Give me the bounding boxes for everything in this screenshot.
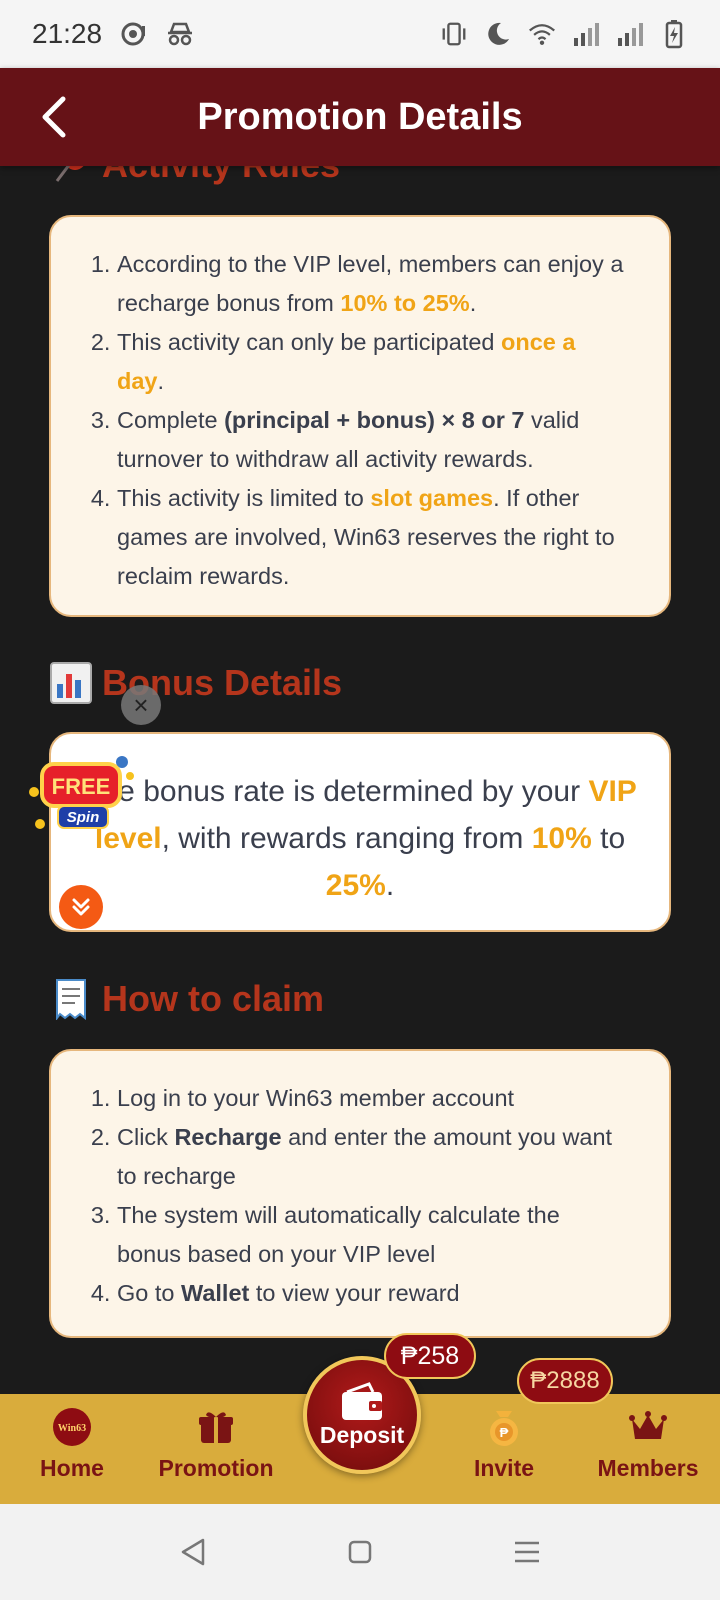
back-button[interactable]: [30, 92, 78, 142]
bar-chart-icon: [50, 662, 92, 704]
svg-text:Win63: Win63: [58, 1423, 86, 1434]
system-navigation-bar: [0, 1504, 720, 1600]
pushpin-icon: [50, 166, 92, 186]
nav-promotion[interactable]: Promotion: [144, 1394, 288, 1504]
wallet-icon: [342, 1381, 382, 1420]
bonus-details-title: Bonus Details: [50, 662, 342, 704]
list-item: According to the VIP level, members can …: [117, 245, 629, 323]
chevron-left-icon: [42, 96, 66, 138]
triangle-back-icon: [182, 1538, 205, 1566]
free-spin-button[interactable]: FREE Spin: [26, 752, 136, 840]
bonus-description: The bonus rate is determined by your VIP…: [83, 775, 637, 902]
how-to-claim-title: How to claim: [50, 978, 324, 1020]
nav-invite[interactable]: ₱ Invite: [432, 1394, 576, 1504]
close-floating-button[interactable]: ×: [121, 685, 161, 725]
vibrate-icon: [440, 20, 468, 48]
free-spin-icon: FREE Spin: [29, 756, 134, 829]
list-item: Complete (principal + bonus) × 8 or 7 va…: [117, 401, 629, 479]
list-item: This activity is limited to slot games. …: [117, 479, 629, 596]
square-home-icon: [348, 1540, 372, 1564]
receipt-icon: [50, 978, 92, 1020]
list-item: Log in to your Win63 member account: [117, 1079, 629, 1118]
wifi-icon: [528, 20, 556, 48]
list-item: This activity can only be participated o…: [117, 323, 629, 401]
do-not-disturb-moon-icon: [484, 20, 512, 48]
scroll-down-button[interactable]: [59, 885, 103, 929]
status-time: 21:28: [32, 18, 103, 49]
close-icon: ×: [133, 689, 149, 720]
incognito-icon: [166, 20, 194, 48]
app-header: Promotion Details: [0, 68, 720, 166]
bonus-details-card: The bonus rate is determined by your VIP…: [49, 732, 671, 932]
svg-text:Spin: Spin: [67, 809, 100, 826]
activity-rules-list: According to the VIP level, members can …: [51, 217, 669, 596]
crown-icon: [626, 1405, 670, 1449]
invite-amount-badge: ₱2888: [517, 1358, 613, 1404]
system-back-button[interactable]: [173, 1532, 213, 1572]
activity-rules-card: According to the VIP level, members can …: [49, 215, 671, 617]
nav-home[interactable]: Win63 Home: [0, 1394, 144, 1504]
how-to-claim-card: Log in to your Win63 member account Clic…: [49, 1049, 671, 1338]
home-logo-icon: Win63: [50, 1405, 94, 1449]
list-item: Go to Wallet to view your reward: [117, 1274, 629, 1313]
deposit-amount-badge: ₱258: [384, 1333, 476, 1379]
signal-icon: [616, 20, 644, 48]
signal-icon: [572, 20, 600, 48]
list-item: The system will automatically calculate …: [117, 1196, 629, 1274]
status-bar: 21:28: [0, 0, 720, 68]
battery-charging-icon: [660, 20, 688, 49]
notification-bubble-icon: [120, 20, 148, 48]
double-chevron-down-icon: [72, 898, 90, 916]
list-item: Click Recharge and enter the amount you …: [117, 1118, 629, 1196]
coin-bag-icon: ₱: [482, 1405, 526, 1449]
svg-text:FREE: FREE: [52, 774, 111, 799]
nav-members[interactable]: Members: [576, 1394, 720, 1504]
how-to-claim-list: Log in to your Win63 member account Clic…: [51, 1051, 669, 1313]
system-home-button[interactable]: [340, 1532, 380, 1572]
menu-lines-icon: [514, 1541, 539, 1563]
activity-rules-title: Activity Rules: [50, 166, 340, 186]
gift-icon: [194, 1405, 238, 1449]
svg-text:₱: ₱: [500, 1425, 509, 1440]
page-title: Promotion Details: [197, 95, 523, 138]
system-menu-button[interactable]: [507, 1532, 547, 1572]
